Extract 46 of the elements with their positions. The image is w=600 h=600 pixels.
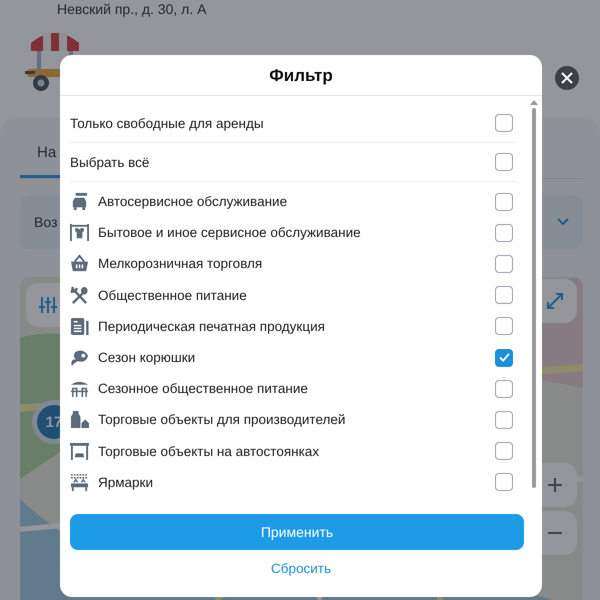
dialog-title: Фильтр — [60, 55, 542, 96]
car-icon — [70, 192, 89, 212]
basket-icon — [70, 254, 89, 274]
clothes-rack-icon — [70, 223, 89, 242]
awning-table-icon — [70, 379, 89, 398]
checkbox[interactable] — [495, 348, 513, 367]
close-button[interactable] — [555, 66, 579, 90]
checkbox[interactable] — [495, 442, 513, 460]
newspaper-icon — [70, 316, 89, 336]
check-icon — [498, 353, 510, 362]
bottle-house-icon — [70, 410, 89, 430]
option-label: Периодическая печатная продукция — [98, 318, 326, 334]
address-text: Невский пр., д. 30, л. А — [57, 1, 208, 17]
checkbox[interactable] — [495, 224, 513, 242]
option-label: Торговые объекты для производителей — [98, 412, 346, 428]
checkbox[interactable] — [495, 153, 513, 171]
checkbox[interactable] — [495, 473, 513, 492]
scroll-up-icon — [530, 100, 538, 105]
reset-link[interactable]: Сбросить — [270, 561, 331, 576]
checkbox[interactable] — [495, 317, 513, 336]
expand-icon — [545, 291, 565, 311]
fish-icon — [70, 348, 89, 368]
checkbox[interactable] — [495, 254, 513, 273]
sliders-icon — [38, 295, 58, 315]
option-label: Сезон корюшки — [98, 350, 196, 366]
apply-button[interactable]: Применить — [70, 514, 524, 550]
option-label: Только свободные для аренды — [70, 116, 265, 130]
checkbox[interactable] — [495, 192, 513, 211]
market-stall-icon — [70, 472, 89, 492]
plus-icon — [548, 478, 562, 492]
option-label: Мелкорозничная торговля — [98, 256, 264, 272]
garage-car-icon — [70, 442, 89, 461]
minus-icon — [548, 532, 562, 534]
checkbox[interactable] — [495, 286, 513, 304]
option-label: Ярмарки — [98, 474, 154, 490]
chevron-down-icon — [557, 218, 569, 226]
option-label: Бытовое и иное сервисное обслуживание — [98, 225, 362, 240]
checkbox[interactable] — [495, 114, 513, 132]
fork-spoon-icon — [70, 286, 89, 305]
option-label: Сезонное общественное питание — [98, 381, 309, 396]
option-label: Общественное питание — [98, 288, 248, 303]
option-label: Автосервисное обслуживание — [98, 194, 288, 210]
checkbox[interactable] — [495, 380, 513, 398]
checkbox[interactable] — [495, 410, 513, 429]
option-label: Торговые объекты на автостоянках — [98, 444, 320, 459]
close-icon — [561, 72, 573, 84]
